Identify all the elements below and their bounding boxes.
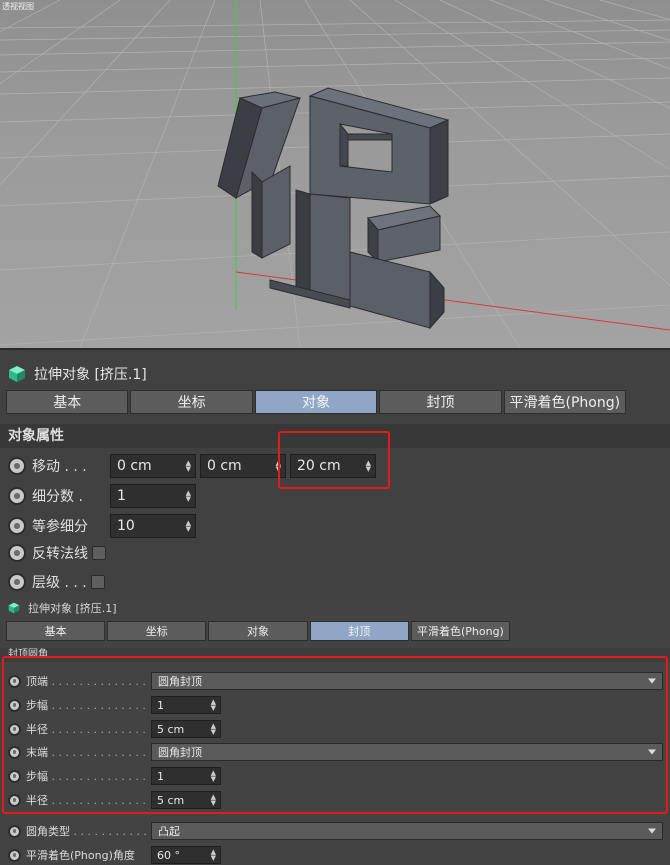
spinner-icon[interactable]: ▲ ▼ bbox=[186, 490, 191, 503]
viewport-scene bbox=[0, 0, 670, 348]
tab-object[interactable]: 对象 bbox=[254, 390, 378, 414]
animate-toggle-icon[interactable] bbox=[8, 487, 26, 505]
property-flip-normals: 反转法线 bbox=[8, 543, 106, 563]
isoparm-field[interactable]: 10 ▲ ▼ bbox=[110, 514, 196, 538]
chevron-down-icon bbox=[648, 828, 656, 834]
highlight-box bbox=[2, 656, 668, 814]
object-header: 拉伸对象 [挤压.1] bbox=[8, 362, 147, 386]
move-y-field[interactable]: 0 cm ▲ ▼ bbox=[200, 454, 286, 478]
property-subdivisions: 细分数 . 1 ▲ ▼ bbox=[8, 484, 196, 508]
property-label: 平滑着色(Phong)角度 bbox=[26, 849, 135, 862]
flip-normals-checkbox[interactable] bbox=[92, 546, 106, 560]
animate-toggle-icon[interactable] bbox=[8, 457, 26, 475]
animate-toggle-icon[interactable] bbox=[8, 517, 26, 535]
extruded-glyph bbox=[217, 87, 450, 330]
tab-caps[interactable]: 封顶 bbox=[309, 621, 409, 641]
tab-bar-main: 基本 坐标 对象 封顶 平滑着色(Phong) bbox=[6, 390, 627, 414]
extrude-object-icon bbox=[9, 366, 25, 382]
phong-angle-field[interactable]: 60 ° ▲ ▼ bbox=[151, 846, 221, 864]
property-label: 细分数 . bbox=[32, 489, 83, 505]
tab-object[interactable]: 对象 bbox=[208, 621, 308, 641]
hierarchical-checkbox[interactable] bbox=[90, 575, 105, 589]
tab-phong[interactable]: 平滑着色(Phong) bbox=[503, 390, 627, 414]
viewport-label: 透视视图 bbox=[2, 2, 34, 11]
spinner-icon[interactable]: ▲ ▼ bbox=[186, 460, 191, 473]
perspective-viewport[interactable]: 透视视图 bbox=[0, 0, 670, 348]
tab-caps[interactable]: 封顶 bbox=[379, 390, 502, 414]
property-hierarchical: 层级 . . . bbox=[8, 572, 105, 592]
extrude-object-icon bbox=[8, 602, 20, 614]
property-label: 移动 . . . bbox=[32, 459, 87, 475]
spinner-icon[interactable]: ▲ ▼ bbox=[211, 849, 216, 862]
property-label: 层级 . . . bbox=[32, 575, 87, 591]
property-label: 等参细分 bbox=[32, 519, 88, 535]
fillet-type-dropdown[interactable]: 凸起 bbox=[151, 822, 663, 840]
property-isoparm: 等参细分 10 ▲ ▼ bbox=[8, 514, 196, 538]
spinner-icon[interactable]: ▲ ▼ bbox=[186, 520, 191, 533]
animate-toggle-icon[interactable] bbox=[8, 848, 21, 862]
highlight-box bbox=[278, 431, 390, 489]
property-fillet-type: 圆角类型 . . . . . . . . . . . 凸起 bbox=[8, 822, 663, 840]
tab-bar-caps: 基本 坐标 对象 封顶 平滑着色(Phong) bbox=[6, 621, 511, 641]
tab-coord[interactable]: 坐标 bbox=[107, 621, 207, 641]
object-title: 拉伸对象 [挤压.1] bbox=[34, 367, 147, 383]
object-header-secondary: 拉伸对象 [挤压.1] bbox=[8, 600, 117, 616]
move-x-field[interactable]: 0 cm ▲ ▼ bbox=[110, 454, 196, 478]
tab-basic[interactable]: 基本 bbox=[6, 390, 129, 414]
subdivisions-field[interactable]: 1 ▲ ▼ bbox=[110, 484, 196, 508]
tab-basic[interactable]: 基本 bbox=[6, 621, 106, 641]
property-label: 反转法线 bbox=[32, 546, 88, 562]
animate-toggle-icon[interactable] bbox=[8, 824, 21, 838]
tab-phong[interactable]: 平滑着色(Phong) bbox=[410, 621, 511, 641]
property-label: 圆角类型 . . . . . . . . . . . bbox=[26, 825, 147, 838]
property-phong-angle: 平滑着色(Phong)角度 60 ° ▲ ▼ bbox=[8, 846, 221, 864]
animate-toggle-icon[interactable] bbox=[8, 573, 26, 591]
animate-toggle-icon[interactable] bbox=[8, 544, 26, 562]
tab-coord[interactable]: 坐标 bbox=[130, 390, 253, 414]
object-title: 拉伸对象 [挤压.1] bbox=[28, 602, 117, 615]
